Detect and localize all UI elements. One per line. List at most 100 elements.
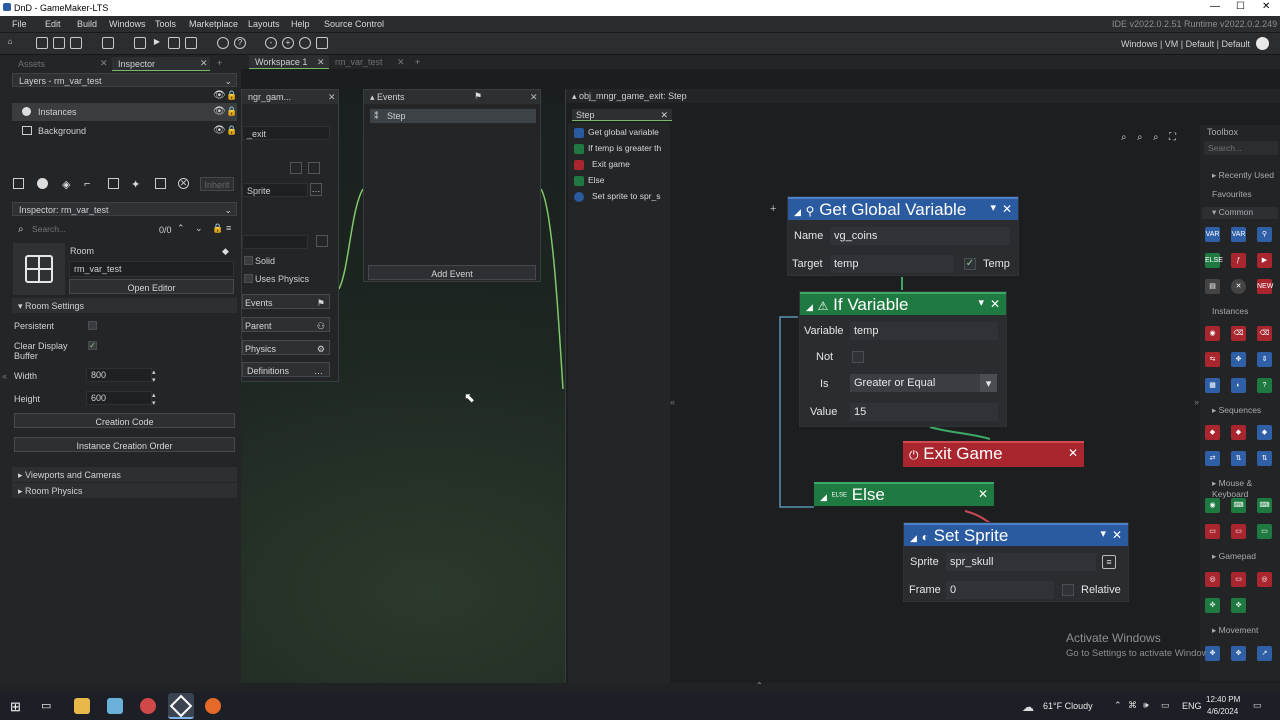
edit-sprite-icon[interactable] bbox=[308, 162, 320, 174]
maximize-icon[interactable]: ☐ bbox=[1236, 1, 1245, 12]
close-icon[interactable]: ✕ bbox=[1068, 446, 1078, 460]
add-background-layer-icon[interactable] bbox=[13, 178, 24, 189]
edit-mask-icon[interactable] bbox=[316, 235, 328, 247]
lock-icon[interactable]: 🔒 bbox=[212, 223, 223, 234]
sequence-scale-icon[interactable]: ⇅ bbox=[1257, 451, 1272, 466]
value-field[interactable]: 15 bbox=[850, 403, 998, 421]
settings-icon[interactable] bbox=[217, 37, 229, 49]
height-stepper[interactable]: ▴ ▾ bbox=[152, 391, 156, 407]
home-icon[interactable]: ⌂ bbox=[4, 37, 16, 49]
inherit-button[interactable]: Inherit bbox=[200, 177, 234, 191]
creation-code-button[interactable]: Creation Code bbox=[14, 413, 235, 428]
close-room-tab-icon[interactable]: ✕ bbox=[397, 57, 405, 68]
tag-icon[interactable]: ◆ bbox=[222, 246, 229, 257]
eye-icon[interactable]: 👁 bbox=[213, 90, 226, 101]
tab-inspector[interactable]: Inspector bbox=[112, 57, 210, 71]
declare-temp-icon[interactable]: VAR bbox=[1205, 227, 1220, 242]
menu-edit[interactable]: Edit bbox=[45, 19, 61, 29]
battery-icon[interactable]: ▭ bbox=[1161, 700, 1170, 711]
gamepad-button-icon[interactable]: ▭ bbox=[1231, 572, 1246, 587]
room-settings-section[interactable]: ▾ Room Settings bbox=[12, 298, 237, 313]
language-indicator[interactable]: ENG bbox=[1182, 701, 1202, 711]
debug-icon[interactable] bbox=[134, 37, 146, 49]
close-icon[interactable]: ✕ bbox=[1002, 202, 1012, 216]
menu-tools[interactable]: Tools bbox=[155, 19, 176, 29]
viewports-section[interactable]: ▸ Viewports and Cameras bbox=[12, 467, 237, 482]
close-icon[interactable]: ✕ bbox=[1112, 528, 1122, 542]
close-icon[interactable]: ✕ bbox=[660, 110, 668, 121]
zoom-icon[interactable]: ⌕ bbox=[1121, 132, 1127, 143]
more-icon[interactable]: … bbox=[310, 183, 322, 196]
events-button[interactable]: Events ⚑ bbox=[242, 294, 330, 309]
toolbox-section-common[interactable]: ▾ Common bbox=[1202, 207, 1278, 219]
collapse-icon[interactable]: ◢ bbox=[910, 533, 917, 543]
sprite-field[interactable]: spr_skull bbox=[946, 553, 1096, 571]
node-header[interactable]: ⏻ Exit Game ✕ bbox=[903, 441, 1084, 467]
menu-layouts[interactable]: Layouts bbox=[248, 19, 280, 29]
eye-icon[interactable]: 👁 bbox=[213, 125, 226, 136]
eye-icon[interactable]: 👁 bbox=[213, 106, 226, 117]
new-icon[interactable]: NEW bbox=[1257, 279, 1273, 294]
clean-icon[interactable] bbox=[185, 37, 197, 49]
set-speed-icon[interactable]: ✥ bbox=[1231, 646, 1246, 661]
zoom-reset-icon[interactable] bbox=[299, 37, 311, 49]
fullscreen-icon[interactable]: ⛶ bbox=[1169, 132, 1176, 143]
toolbox-section-favourites[interactable]: Favourites bbox=[1202, 189, 1278, 201]
chevron-down-icon[interactable]: ▾ bbox=[1100, 527, 1106, 540]
if-key-down-icon[interactable]: ⌨ bbox=[1257, 498, 1272, 513]
destroy-at-position-icon[interactable]: ⌫ bbox=[1257, 326, 1272, 341]
notifications-icon[interactable]: ▭ bbox=[1253, 700, 1262, 711]
windows-start-icon[interactable]: ⊞ bbox=[10, 699, 21, 715]
relative-checkbox[interactable] bbox=[1062, 584, 1074, 596]
temp-checkbox[interactable]: ✓ bbox=[964, 258, 976, 270]
global-variable-icon[interactable]: ⚲ bbox=[1257, 227, 1272, 242]
list-item[interactable]: Else bbox=[574, 175, 605, 186]
solid-checkbox[interactable] bbox=[244, 256, 253, 265]
zoom-in-icon[interactable]: + bbox=[282, 37, 294, 49]
object-name-field[interactable]: _exit bbox=[242, 126, 330, 140]
toolbox-section-gamepad[interactable]: ▸ Gamepad bbox=[1202, 551, 1278, 563]
node-exit-game[interactable]: ⏻ Exit Game ✕ bbox=[903, 441, 1084, 467]
menu-windows[interactable]: Windows bbox=[109, 19, 146, 29]
list-item[interactable]: If temp is greater th bbox=[574, 143, 661, 154]
node-if-variable[interactable]: ◢ ⚠ If Variable ▾ ✕ Variable temp Not Is… bbox=[799, 291, 1007, 427]
search-input[interactable] bbox=[28, 222, 156, 236]
volume-icon[interactable]: 🕪 bbox=[1143, 700, 1149, 711]
close-icon[interactable]: ✕ bbox=[990, 297, 1000, 311]
open-editor-button[interactable]: Open Editor bbox=[69, 279, 234, 294]
frame-field[interactable]: 0 bbox=[946, 581, 1054, 599]
definitions-button[interactable]: Definitions… bbox=[242, 362, 330, 377]
menu-file[interactable]: File bbox=[12, 19, 27, 29]
add-path-layer-icon[interactable]: ⌐ bbox=[84, 178, 90, 190]
create-instance-icon[interactable]: ◉ bbox=[1205, 326, 1220, 341]
event-step[interactable]: ⁑ Step bbox=[370, 109, 536, 123]
add-effect-layer-icon[interactable]: ✦ bbox=[131, 178, 140, 191]
keyboard-clear-icon[interactable]: ▭ bbox=[1205, 524, 1220, 539]
inspector-header[interactable]: Inspector: rm_var_test ⌄ bbox=[12, 202, 237, 216]
instance-count-icon[interactable]: ▦ bbox=[1205, 378, 1220, 393]
room-physics-section[interactable]: ▸ Room Physics bbox=[12, 483, 237, 498]
package-icon[interactable] bbox=[102, 37, 114, 49]
collapse-icon[interactable]: ◢ bbox=[820, 492, 827, 502]
clock-date[interactable]: 4/6/2024 bbox=[1207, 707, 1238, 716]
change-instance-icon[interactable]: ⇆ bbox=[1205, 352, 1220, 367]
sequence-position-icon[interactable]: ⇅ bbox=[1231, 451, 1246, 466]
destroy-sequence-icon[interactable]: ◆ bbox=[1231, 425, 1246, 440]
toolbox-section-sequences[interactable]: ▸ Sequences bbox=[1202, 405, 1278, 417]
toolbox-section-instances[interactable]: Instances bbox=[1202, 306, 1278, 318]
target-field[interactable]: temp bbox=[830, 255, 954, 273]
set-sprite-icon[interactable]: ◐ bbox=[1231, 378, 1246, 393]
list-item[interactable]: Get global variable bbox=[574, 127, 659, 138]
set-direction-icon[interactable]: ✥ bbox=[1205, 646, 1220, 661]
add-node-icon[interactable]: + bbox=[770, 203, 776, 215]
chevron-up-icon[interactable]: ⌃ bbox=[1114, 700, 1122, 711]
zoom-out-icon[interactable]: ⌕ bbox=[1153, 132, 1159, 143]
menu-marketplace[interactable]: Marketplace bbox=[189, 19, 238, 29]
close-inspector-tab-icon[interactable]: ✕ bbox=[200, 58, 208, 69]
zoom-in-icon[interactable]: ⌕ bbox=[1137, 132, 1143, 143]
layout-icon[interactable] bbox=[316, 37, 328, 49]
menu-help[interactable]: Help bbox=[291, 19, 310, 29]
menu-source-control[interactable]: Source Control bbox=[324, 19, 384, 29]
clock-time[interactable]: 12:40 PM bbox=[1206, 695, 1240, 704]
node-header[interactable]: ◢ ◐ Set Sprite ▾ ✕ bbox=[904, 523, 1128, 546]
